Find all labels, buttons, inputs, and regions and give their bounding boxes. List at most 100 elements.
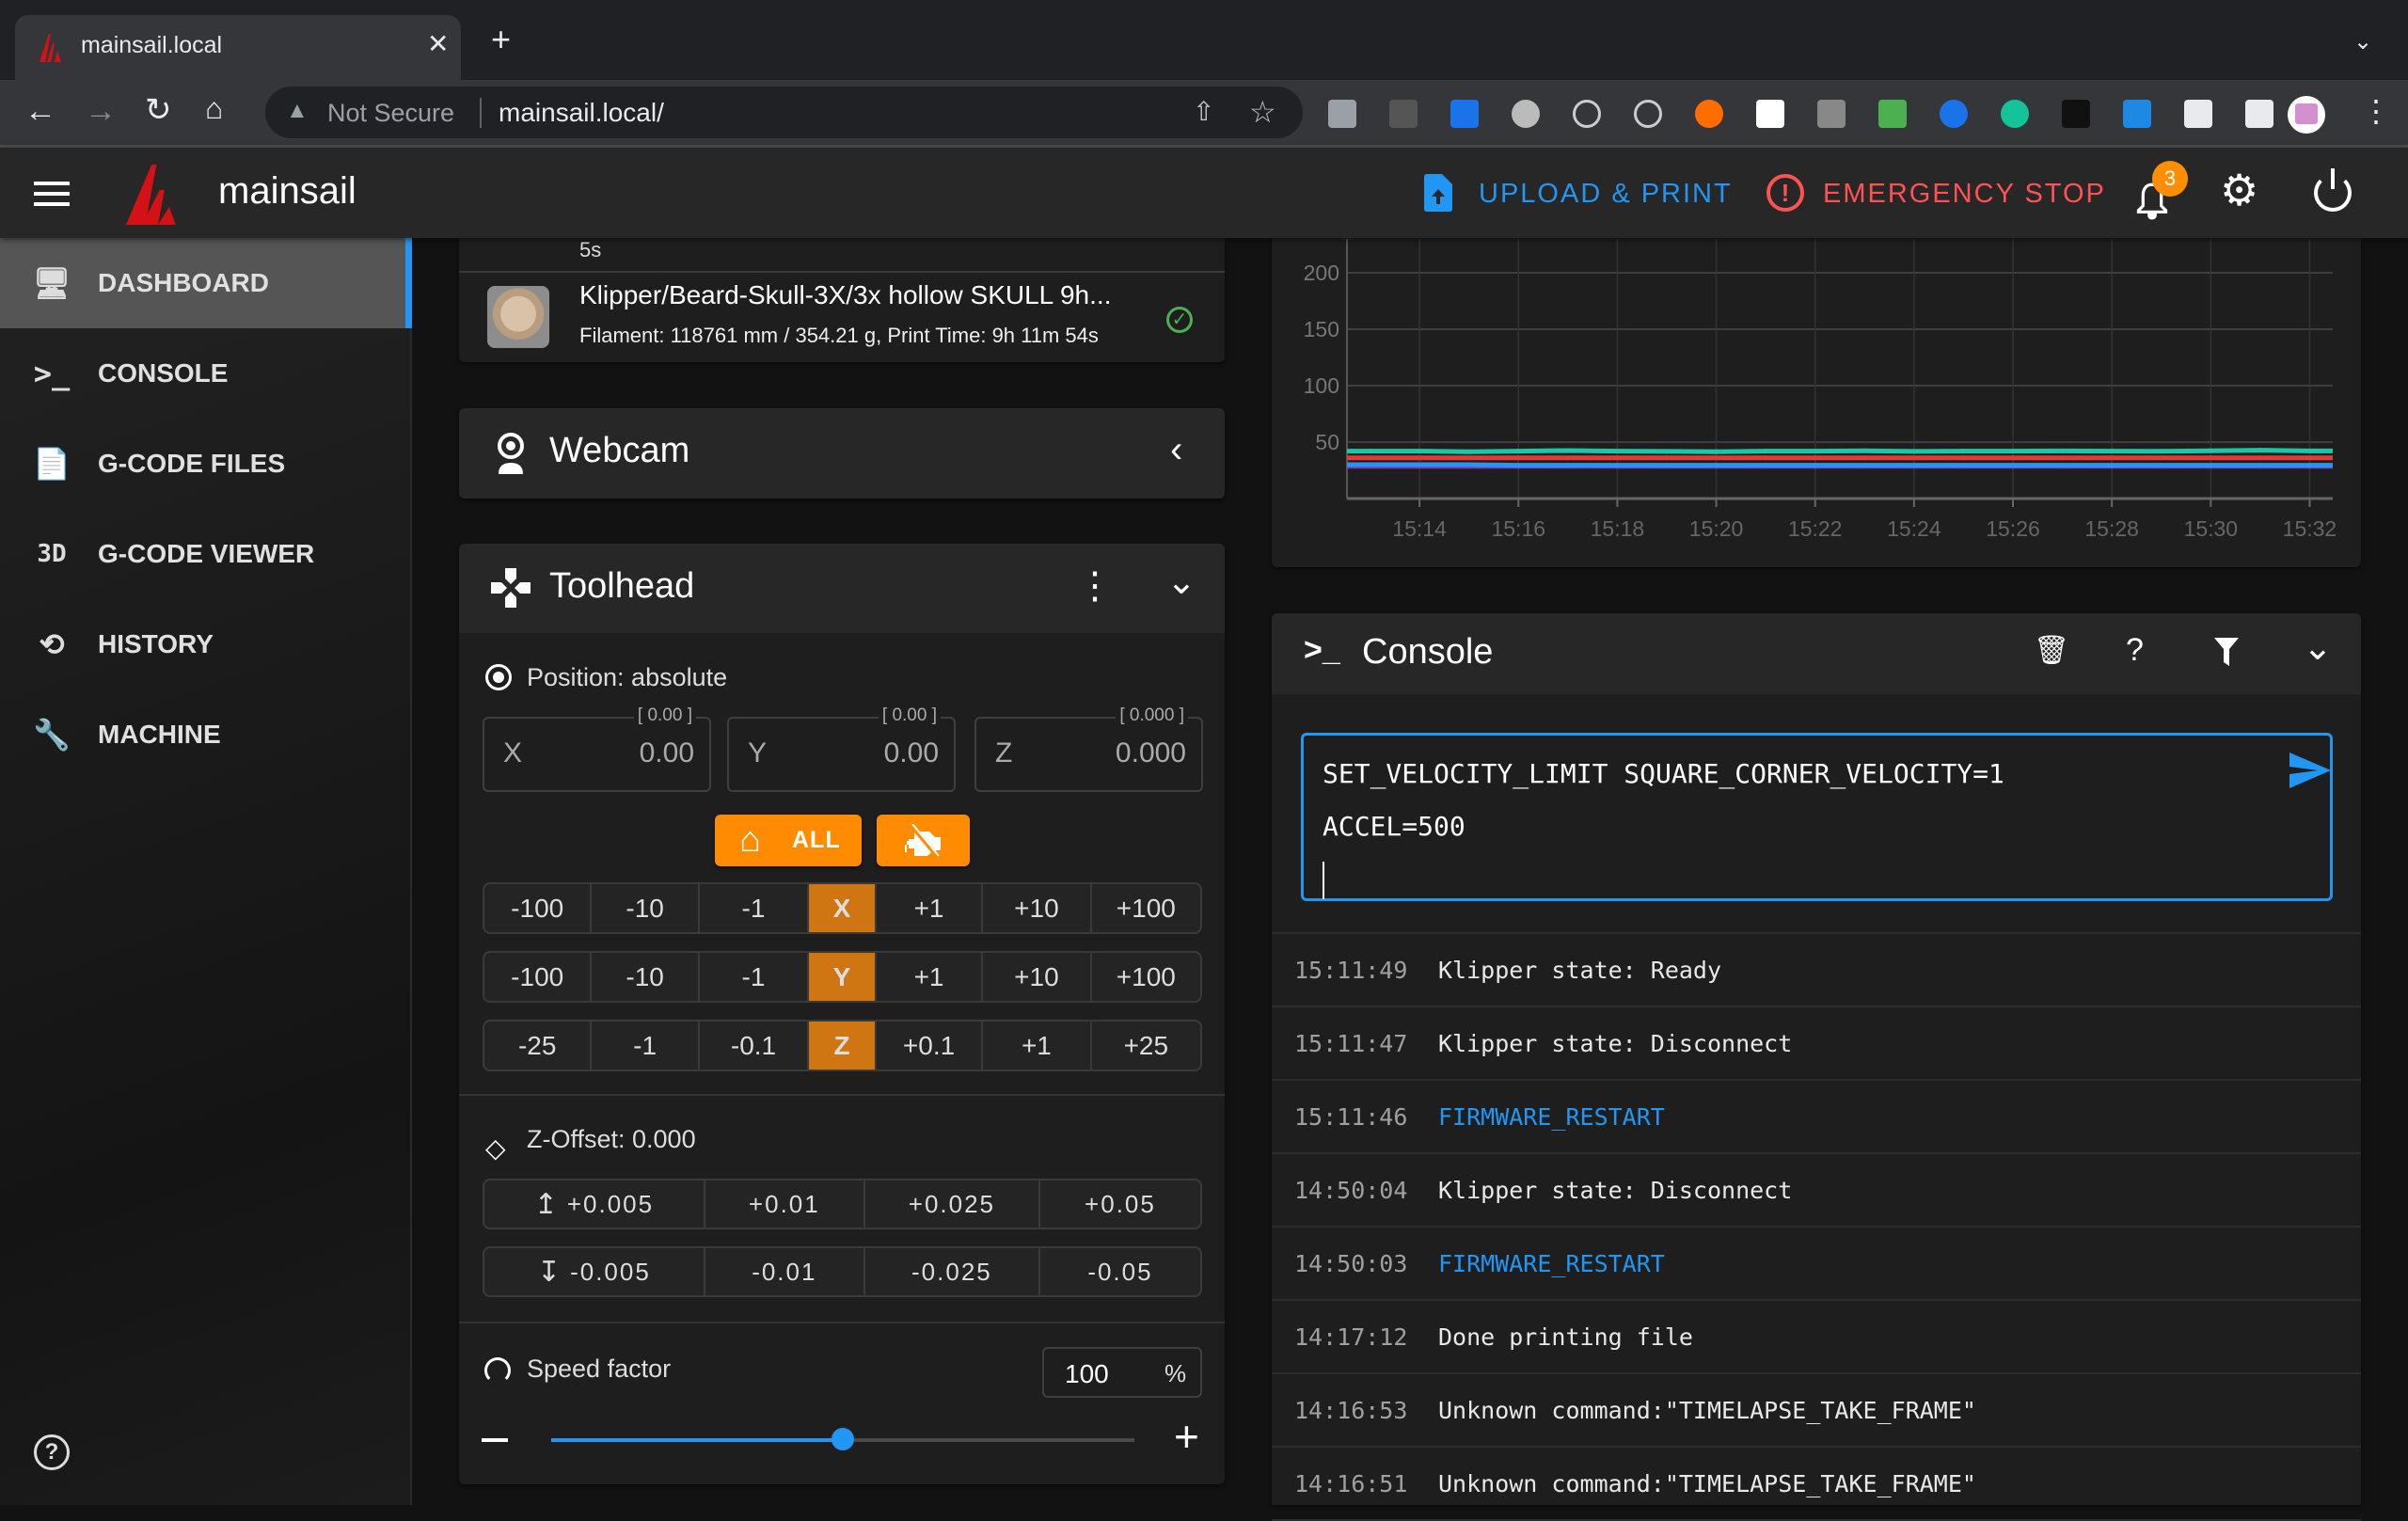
axis-position-field-x[interactable]: X 0.00 [ 0.00 ] bbox=[483, 705, 711, 792]
zoffset-button[interactable]: ↥ +0.005 bbox=[484, 1180, 705, 1228]
increase-speed-button[interactable]: + bbox=[1174, 1415, 1199, 1458]
code-icon[interactable] bbox=[1328, 100, 1356, 128]
bookmark-star-icon[interactable]: ☆ bbox=[1249, 94, 1276, 130]
speed-factor-input[interactable]: 100 % bbox=[1042, 1347, 1202, 1398]
data-point bbox=[2258, 448, 2263, 453]
history-item[interactable]: Klipper/Beard-Skull-3X/3x hollow SKULL 9… bbox=[459, 273, 1225, 362]
jog-row-y: -100 -10 -1 Y +1 +10 +100 bbox=[483, 951, 1202, 1003]
axis-position-field-y[interactable]: Y 0.00 [ 0.00 ] bbox=[727, 705, 956, 792]
zoffset-button[interactable]: +0.05 bbox=[1040, 1180, 1200, 1228]
axis-position-field-z[interactable]: Z 0.000 [ 0.000 ] bbox=[974, 705, 1203, 792]
speed-slider-thumb[interactable] bbox=[832, 1428, 854, 1450]
data-point bbox=[2208, 448, 2213, 453]
bookmark-icon[interactable] bbox=[1940, 100, 1968, 128]
price-search-icon[interactable] bbox=[1634, 100, 1662, 128]
security-label[interactable]: Not Secure bbox=[327, 99, 454, 128]
sidebar-item-g-code-files[interactable]: 📄 G-CODE FILES bbox=[0, 419, 412, 509]
help-icon[interactable]: ? bbox=[34, 1434, 70, 1470]
tab-search-chevron-icon[interactable]: ⌄ bbox=[2353, 28, 2372, 55]
home-all-button[interactable]: ⌂ ALL bbox=[715, 815, 862, 866]
jog-axis-button[interactable]: X bbox=[809, 884, 877, 932]
jog-axis-button[interactable]: Z bbox=[809, 1022, 877, 1069]
puzzle-icon[interactable] bbox=[2184, 100, 2212, 128]
tab-close-icon[interactable]: ✕ bbox=[427, 28, 449, 59]
sidebar-item-dashboard[interactable]: 🖥 DASHBOARD bbox=[0, 238, 412, 328]
jog-minus-button[interactable]: -1 bbox=[700, 884, 810, 932]
address-bar[interactable]: ▲ Not Secure mainsail.local/ ⇧ ☆ bbox=[265, 87, 1303, 138]
jog-minus-button[interactable]: -10 bbox=[592, 884, 700, 932]
jog-minus-button[interactable]: -10 bbox=[592, 953, 700, 1001]
new-tab-icon[interactable]: + bbox=[491, 23, 511, 56]
chevron-down-icon[interactable]: ⌄ bbox=[1166, 561, 1196, 603]
zoffset-button[interactable]: +0.025 bbox=[865, 1180, 1040, 1228]
home-icon[interactable]: ⌂ bbox=[205, 91, 223, 126]
upload-print-button[interactable]: UPLOAD & PRINT bbox=[1417, 166, 1731, 219]
back-icon[interactable]: ← bbox=[24, 93, 56, 130]
jog-plus-button[interactable]: +100 bbox=[1092, 953, 1200, 1001]
jog-plus-button[interactable]: +25 bbox=[1092, 1022, 1200, 1069]
zoffset-button[interactable]: -0.025 bbox=[865, 1248, 1040, 1295]
jog-minus-button[interactable]: -0.1 bbox=[700, 1022, 810, 1069]
sidepanel-icon[interactable] bbox=[2245, 100, 2273, 128]
trash-can-icon[interactable] bbox=[1756, 100, 1784, 128]
info-icon[interactable] bbox=[1573, 100, 1601, 128]
camera-icon[interactable] bbox=[1817, 100, 1846, 128]
b-icon[interactable] bbox=[1695, 100, 1723, 128]
jog-plus-button[interactable]: +0.1 bbox=[877, 1022, 984, 1069]
menu-icon[interactable] bbox=[34, 182, 70, 206]
forward-icon[interactable]: → bbox=[85, 93, 117, 130]
sidebar-item-g-code-viewer[interactable]: 3D G-CODE VIEWER bbox=[0, 509, 412, 599]
chevron-down-icon[interactable]: ⌄ bbox=[2303, 626, 2333, 669]
browser-tab[interactable]: mainsail.local ✕ bbox=[15, 15, 461, 80]
tag-icon[interactable] bbox=[1450, 100, 1479, 128]
grammarly-icon[interactable] bbox=[2001, 100, 2029, 128]
file-document-multiple-icon: 📄 bbox=[33, 446, 71, 482]
trash-icon[interactable]: 🗑 bbox=[2034, 634, 2069, 667]
webcam-card[interactable]: Webcam ‹ bbox=[459, 408, 1225, 499]
jog-minus-button[interactable]: -100 bbox=[484, 884, 593, 932]
decrease-speed-button[interactable] bbox=[482, 1438, 508, 1442]
console-command-input[interactable]: SET_VELOCITY_LIMIT SQUARE_CORNER_VELOCIT… bbox=[1301, 733, 2333, 901]
jog-plus-button[interactable]: +100 bbox=[1092, 884, 1200, 932]
p-bag-icon[interactable] bbox=[2123, 100, 2151, 128]
share-icon[interactable]: ⇧ bbox=[1193, 96, 1214, 127]
console-entry-message[interactable]: FIRMWARE_RESTART bbox=[1438, 1081, 1665, 1154]
url-text[interactable]: mainsail.local/ bbox=[499, 98, 664, 128]
help-icon[interactable]: ? bbox=[2126, 632, 2144, 669]
profile-avatar[interactable] bbox=[2288, 96, 2325, 134]
jog-plus-button[interactable]: +1 bbox=[877, 884, 984, 932]
eyedropper-icon[interactable] bbox=[1878, 100, 1907, 128]
zoffset-button[interactable]: +0.01 bbox=[705, 1180, 865, 1228]
s-icon[interactable] bbox=[1512, 100, 1540, 128]
jog-minus-button[interactable]: -1 bbox=[592, 1022, 700, 1069]
jog-minus-button[interactable]: -1 bbox=[700, 953, 810, 1001]
jog-plus-button[interactable]: +1 bbox=[877, 953, 984, 1001]
jog-axis-button[interactable]: Y bbox=[809, 953, 877, 1001]
sidebar-item-console[interactable]: >_ CONSOLE bbox=[0, 328, 412, 419]
qr-icon[interactable] bbox=[1389, 100, 1418, 128]
chevron-left-icon[interactable]: ‹ bbox=[1170, 429, 1182, 471]
glasses-icon[interactable] bbox=[2062, 100, 2090, 128]
settings-cogs-icon[interactable]: ⚙ bbox=[2220, 165, 2258, 215]
jog-plus-button[interactable]: +10 bbox=[983, 953, 1092, 1001]
jog-minus-button[interactable]: -25 bbox=[484, 1022, 593, 1069]
motors-off-button[interactable] bbox=[877, 815, 970, 866]
browser-menu-icon[interactable]: ⋮ bbox=[2361, 93, 2391, 129]
jog-plus-button[interactable]: +1 bbox=[983, 1022, 1092, 1069]
reload-icon[interactable]: ↻ bbox=[145, 91, 172, 129]
send-icon[interactable] bbox=[2289, 753, 2331, 788]
power-icon[interactable] bbox=[2314, 168, 2352, 212]
more-vertical-icon[interactable]: ⋮ bbox=[1076, 564, 1114, 608]
emergency-stop-button[interactable]: ! EMERGENCY STOP bbox=[1763, 166, 2104, 219]
jog-plus-button[interactable]: +10 bbox=[983, 884, 1092, 932]
zoffset-button[interactable]: -0.05 bbox=[1040, 1248, 1200, 1295]
speed-slider[interactable] bbox=[551, 1428, 1134, 1450]
zoffset-button[interactable]: -0.01 bbox=[705, 1248, 865, 1295]
zoffset-button[interactable]: ↧ -0.005 bbox=[484, 1248, 705, 1295]
sidebar-item-history[interactable]: ⟲ HISTORY bbox=[0, 599, 412, 689]
jog-minus-button[interactable]: -100 bbox=[484, 953, 593, 1001]
filter-icon[interactable] bbox=[2214, 638, 2239, 666]
notifications-button[interactable]: 3 bbox=[2131, 161, 2188, 221]
sidebar-item-machine[interactable]: 🔧 MACHINE bbox=[0, 689, 412, 780]
console-entry-message[interactable]: FIRMWARE_RESTART bbox=[1438, 1228, 1665, 1301]
